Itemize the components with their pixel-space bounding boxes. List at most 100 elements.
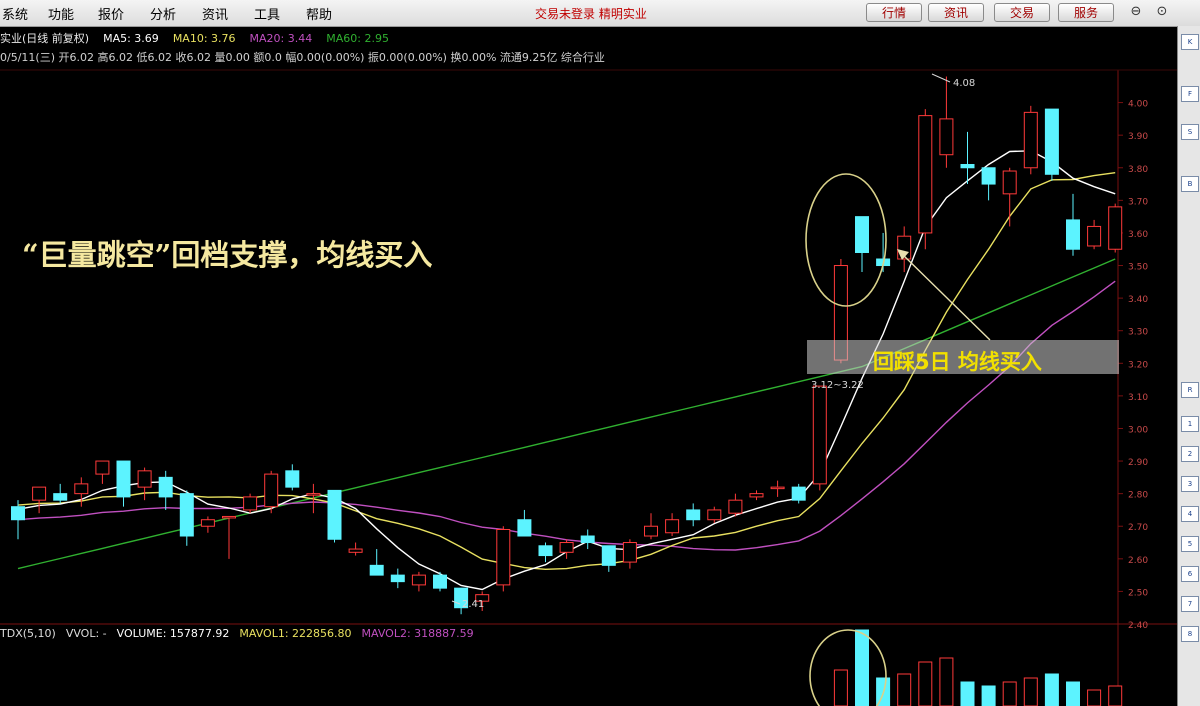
volume-bar [1023,677,1038,706]
y-tick-label: 3.50 [1128,263,1148,273]
candle-body [538,545,553,557]
mavol1-label: MAVOL1: 222856.80 [239,627,352,640]
toolbar-button-icon[interactable]: 3 [1181,476,1199,492]
volume-bar [981,685,996,706]
callout-arrow [899,251,991,341]
y-tick-label: 3.20 [1128,360,1148,370]
candle-body [580,535,595,544]
candle-body [1002,170,1017,195]
high-label: 4.08 [953,78,975,89]
volume-bar [960,681,975,706]
toolbar-button-icon[interactable]: S [1181,124,1199,140]
volume-bar [1002,681,1017,706]
y-tick-label: 3.10 [1128,393,1148,403]
y-tick-label: 2.70 [1128,523,1148,533]
candle-body [749,493,764,498]
candle-body [791,486,806,501]
vvol-label: VVOL: - [65,627,107,640]
candle-body [812,385,827,485]
candle-body [369,564,384,576]
candle-body [116,460,131,498]
y-tick-label: 2.60 [1128,556,1148,566]
candle-body [222,515,236,519]
volume-bar [1044,673,1059,706]
candle-body [1044,108,1059,175]
toolbar-button-icon[interactable]: 6 [1181,566,1199,582]
candle-body [622,542,637,563]
candle-body [939,118,954,156]
candle-body [644,525,658,537]
y-tick-label: 3.70 [1128,197,1148,207]
toolbar-button-icon[interactable]: 8 [1181,626,1199,642]
candle-body [32,486,47,501]
candle-body [728,499,743,514]
candle-body [137,470,152,488]
candle-body [559,542,574,553]
candle-body [158,476,173,498]
low-label: 2.41 [462,599,484,610]
candle-body [433,574,447,589]
y-tick-label: 3.40 [1128,295,1148,305]
volume-bar [939,657,954,706]
candle-body [665,519,680,534]
main-annotation: “巨量跳空”回档支撑，均线买入 [22,238,432,272]
candle-body [348,548,363,553]
candle-body [1087,225,1102,247]
y-tick-label: 3.90 [1128,132,1148,142]
toolbar-button-icon[interactable]: 5 [1181,536,1199,552]
y-tick-label: 3.60 [1128,230,1148,240]
indicator-name: TDX(5,10) [0,627,56,640]
volume-bar [897,673,912,706]
candle-body [327,489,342,540]
candle-body [74,483,89,495]
y-tick-label: 3.00 [1128,425,1148,435]
candle-body [981,167,996,185]
mavol2-label: MAVOL2: 318887.59 [361,627,474,640]
toolbar-button-icon[interactable]: K [1181,34,1199,50]
volume-bar [918,661,933,706]
candle-body [517,519,532,537]
candle-body [707,509,722,521]
y-tick-label: 3.30 [1128,328,1148,338]
y-tick-label: 2.80 [1128,491,1148,501]
candle-body [11,506,25,521]
candle-body [306,493,321,496]
candle-body [770,486,785,490]
right-toolbar: K F S B R 1 2 3 4 5 6 7 8 [1177,26,1200,706]
y-tick-label: 2.90 [1128,458,1148,468]
toolbar-button-icon[interactable]: 1 [1181,416,1199,432]
y-tick-label: 3.80 [1128,165,1148,175]
candle-body [390,574,405,583]
toolbar-button-icon[interactable]: 2 [1181,446,1199,462]
toolbar-button-icon[interactable]: F [1181,86,1199,102]
candle-body [1023,111,1038,169]
candle-body [960,164,975,169]
y-tick-label: 2.50 [1128,588,1148,598]
gap-label: 3.12~3.22 [811,380,864,391]
candle-body [855,216,869,253]
candle-body [285,470,300,488]
candle-body [918,115,933,234]
volume-bar [855,629,869,706]
candle-body [95,460,110,475]
y-tick-label: 4.00 [1128,100,1148,110]
volume-bar [1108,685,1123,706]
toolbar-button-icon[interactable]: R [1181,382,1199,398]
candlestick-chart: 4.00 3.90 3.80 3.70 3.60 3.50 3.40 3.30 3.20 3.10… [0,69,1177,706]
volume-bar [1087,689,1102,706]
toolbar-button-icon[interactable]: 4 [1181,506,1199,522]
toolbar-button-icon[interactable]: B [1181,176,1199,192]
high-marker [931,73,951,83]
volume-circle [809,629,887,706]
candle-body [601,545,616,566]
toolbar-button-icon[interactable]: 7 [1181,596,1199,612]
volume-indicator-bar: TDX(5,10) VVOL: - VOLUME: 157877.92 MAVOL1:… [0,627,484,640]
candle-body [411,574,426,586]
candle-body [200,519,215,527]
candle-body [53,493,68,501]
y-tick-label: 2.40 [1128,621,1148,631]
candle-body [1066,219,1080,250]
volume-label: VOLUME: 157877.92 [116,627,230,640]
candle-body [496,528,511,586]
callout-text: 回踩5日 均线买入 [873,350,1042,374]
